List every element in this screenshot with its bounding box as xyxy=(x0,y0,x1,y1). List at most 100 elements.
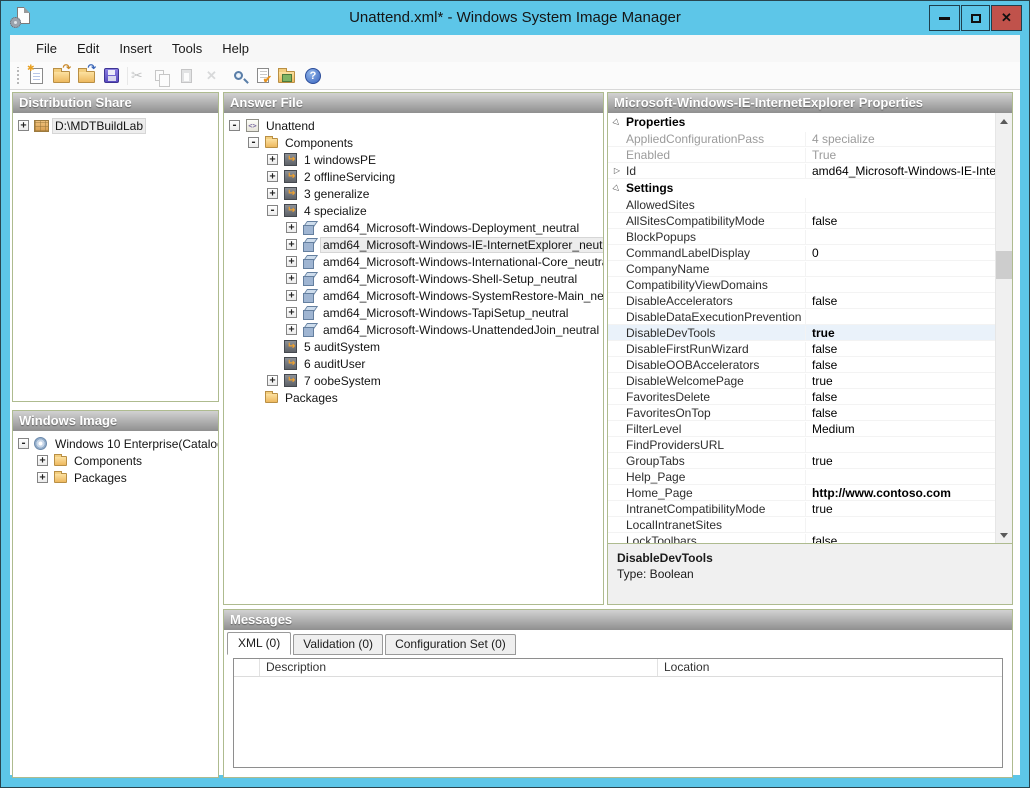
property-row[interactable]: Id amd64_Microsoft-Windows-IE-InternetEx xyxy=(608,163,995,179)
tree-item[interactable]: 5 auditSystem xyxy=(224,338,603,355)
expander-icon[interactable] xyxy=(286,273,297,284)
property-value[interactable]: false xyxy=(806,406,995,420)
property-row[interactable]: CompanyName xyxy=(608,261,995,277)
tree-item[interactable]: 7 oobeSystem xyxy=(224,372,603,389)
property-value[interactable]: false xyxy=(806,294,995,308)
tree-item[interactable]: Packages xyxy=(224,389,603,406)
expander-icon[interactable] xyxy=(286,239,297,250)
property-value[interactable]: True xyxy=(806,148,995,162)
toolbar-button[interactable] xyxy=(99,64,124,87)
tree-item[interactable]: amd64_Microsoft-Windows-Deployment_neutr… xyxy=(224,219,603,236)
property-row[interactable]: CompatibilityViewDomains xyxy=(608,277,995,293)
tree-item[interactable]: 2 offlineServicing xyxy=(224,168,603,185)
property-row[interactable]: LockToolbars false xyxy=(608,533,995,543)
property-row[interactable]: BlockPopups xyxy=(608,229,995,245)
toolbar-button[interactable] xyxy=(24,64,49,87)
scrollbar[interactable] xyxy=(995,113,1012,543)
property-row[interactable]: DisableDataExecutionPrevention xyxy=(608,309,995,325)
toolbar-button[interactable] xyxy=(149,64,174,87)
property-row[interactable]: AllSitesCompatibilityMode false xyxy=(608,213,995,229)
property-row[interactable]: DisableWelcomePage true xyxy=(608,373,995,389)
expander-icon[interactable] xyxy=(286,256,297,267)
expander-icon[interactable] xyxy=(229,120,240,131)
tree-item[interactable]: amd64_Microsoft-Windows-TapiSetup_neutra… xyxy=(224,304,603,321)
tree-item[interactable]: amd64_Microsoft-Windows-UnattendedJoin_n… xyxy=(224,321,603,338)
tree-item[interactable]: 6 auditUser xyxy=(224,355,603,372)
toolbar-button[interactable] xyxy=(49,64,74,87)
row-expander-icon[interactable] xyxy=(608,166,626,175)
property-value[interactable]: true xyxy=(806,374,995,388)
property-row[interactable]: FindProvidersURL xyxy=(608,437,995,453)
expander-icon[interactable] xyxy=(37,472,48,483)
menu-item[interactable]: Insert xyxy=(109,37,162,60)
property-value[interactable]: false xyxy=(806,214,995,228)
expander-icon[interactable] xyxy=(286,324,297,335)
property-value[interactable]: false xyxy=(806,534,995,544)
expander-icon[interactable] xyxy=(267,205,278,216)
minimize-button[interactable] xyxy=(929,5,960,31)
scroll-up-icon[interactable] xyxy=(996,113,1012,129)
menu-item[interactable]: Tools xyxy=(162,37,212,60)
menu-item[interactable]: Edit xyxy=(67,37,109,60)
expander-icon[interactable] xyxy=(248,137,259,148)
menu-item[interactable]: File xyxy=(26,37,67,60)
row-expander-icon[interactable] xyxy=(608,184,626,193)
maximize-button[interactable] xyxy=(961,5,990,31)
tree-item[interactable]: Packages xyxy=(13,469,218,486)
property-value[interactable]: false xyxy=(806,358,995,372)
property-row[interactable]: Settings xyxy=(608,179,995,197)
property-value[interactable]: http://www.contoso.com xyxy=(806,486,995,500)
property-value[interactable]: true xyxy=(806,454,995,468)
tree-item[interactable]: Components xyxy=(13,452,218,469)
expander-icon[interactable] xyxy=(286,290,297,301)
property-row[interactable]: CommandLabelDisplay 0 xyxy=(608,245,995,261)
property-value[interactable]: false xyxy=(806,342,995,356)
property-row[interactable]: Enabled True xyxy=(608,147,995,163)
property-row[interactable]: FavoritesDelete false xyxy=(608,389,995,405)
toolbar-button[interactable] xyxy=(224,64,249,87)
property-value[interactable]: 0 xyxy=(806,246,995,260)
toolbar-button[interactable] xyxy=(274,64,299,87)
expander-icon[interactable] xyxy=(267,188,278,199)
tree-item[interactable]: 3 generalize xyxy=(224,185,603,202)
tree-item[interactable]: amd64_Microsoft-Windows-Shell-Setup_neut… xyxy=(224,270,603,287)
tree-item[interactable]: D:\MDTBuildLab xyxy=(13,117,218,134)
property-row[interactable]: GroupTabs true xyxy=(608,453,995,469)
tree-item[interactable]: 4 specialize xyxy=(224,202,603,219)
tree-item[interactable]: amd64_Microsoft-Windows-SystemRestore-Ma… xyxy=(224,287,603,304)
expander-icon[interactable] xyxy=(267,171,278,182)
scroll-down-icon[interactable] xyxy=(996,527,1012,543)
tree-item[interactable]: 1 windowsPE xyxy=(224,151,603,168)
close-button[interactable] xyxy=(991,5,1022,31)
expander-icon[interactable] xyxy=(286,307,297,318)
property-value[interactable]: true xyxy=(806,502,995,516)
menu-item[interactable]: Help xyxy=(212,37,259,60)
property-row[interactable]: IntranetCompatibilityMode true xyxy=(608,501,995,517)
tree-item[interactable]: amd64_Microsoft-Windows-IE-InternetExplo… xyxy=(224,236,603,253)
property-row[interactable]: DisableAccelerators false xyxy=(608,293,995,309)
property-value[interactable]: false xyxy=(806,390,995,404)
title-bar[interactable]: Unattend.xml* - Windows System Image Man… xyxy=(1,1,1029,35)
expander-icon[interactable] xyxy=(18,438,29,449)
tree-item[interactable]: amd64_Microsoft-Windows-International-Co… xyxy=(224,253,603,270)
expander-icon[interactable] xyxy=(267,375,278,386)
property-row[interactable]: Help_Page xyxy=(608,469,995,485)
toolbar-button[interactable] xyxy=(124,64,149,87)
toolbar-button[interactable] xyxy=(199,64,224,87)
property-row[interactable]: Home_Page http://www.contoso.com xyxy=(608,485,995,501)
expander-icon[interactable] xyxy=(18,120,29,131)
property-value[interactable]: 4 specialize xyxy=(806,132,995,146)
property-row[interactable]: Properties xyxy=(608,113,995,131)
scrollbar-thumb[interactable] xyxy=(996,251,1012,279)
property-row[interactable]: DisableFirstRunWizard false xyxy=(608,341,995,357)
property-row[interactable]: AllowedSites xyxy=(608,197,995,213)
tree-item[interactable]: Unattend xyxy=(224,117,603,134)
toolbar-button[interactable] xyxy=(74,64,99,87)
property-row[interactable]: DisableDevTools true xyxy=(608,325,995,341)
toolbar-button[interactable] xyxy=(299,64,324,87)
row-expander-icon[interactable] xyxy=(608,118,626,127)
toolbar-button[interactable] xyxy=(174,64,199,87)
toolbar-button[interactable] xyxy=(249,64,274,87)
property-row[interactable]: DisableOOBAccelerators false xyxy=(608,357,995,373)
property-row[interactable]: FilterLevel Medium xyxy=(608,421,995,437)
